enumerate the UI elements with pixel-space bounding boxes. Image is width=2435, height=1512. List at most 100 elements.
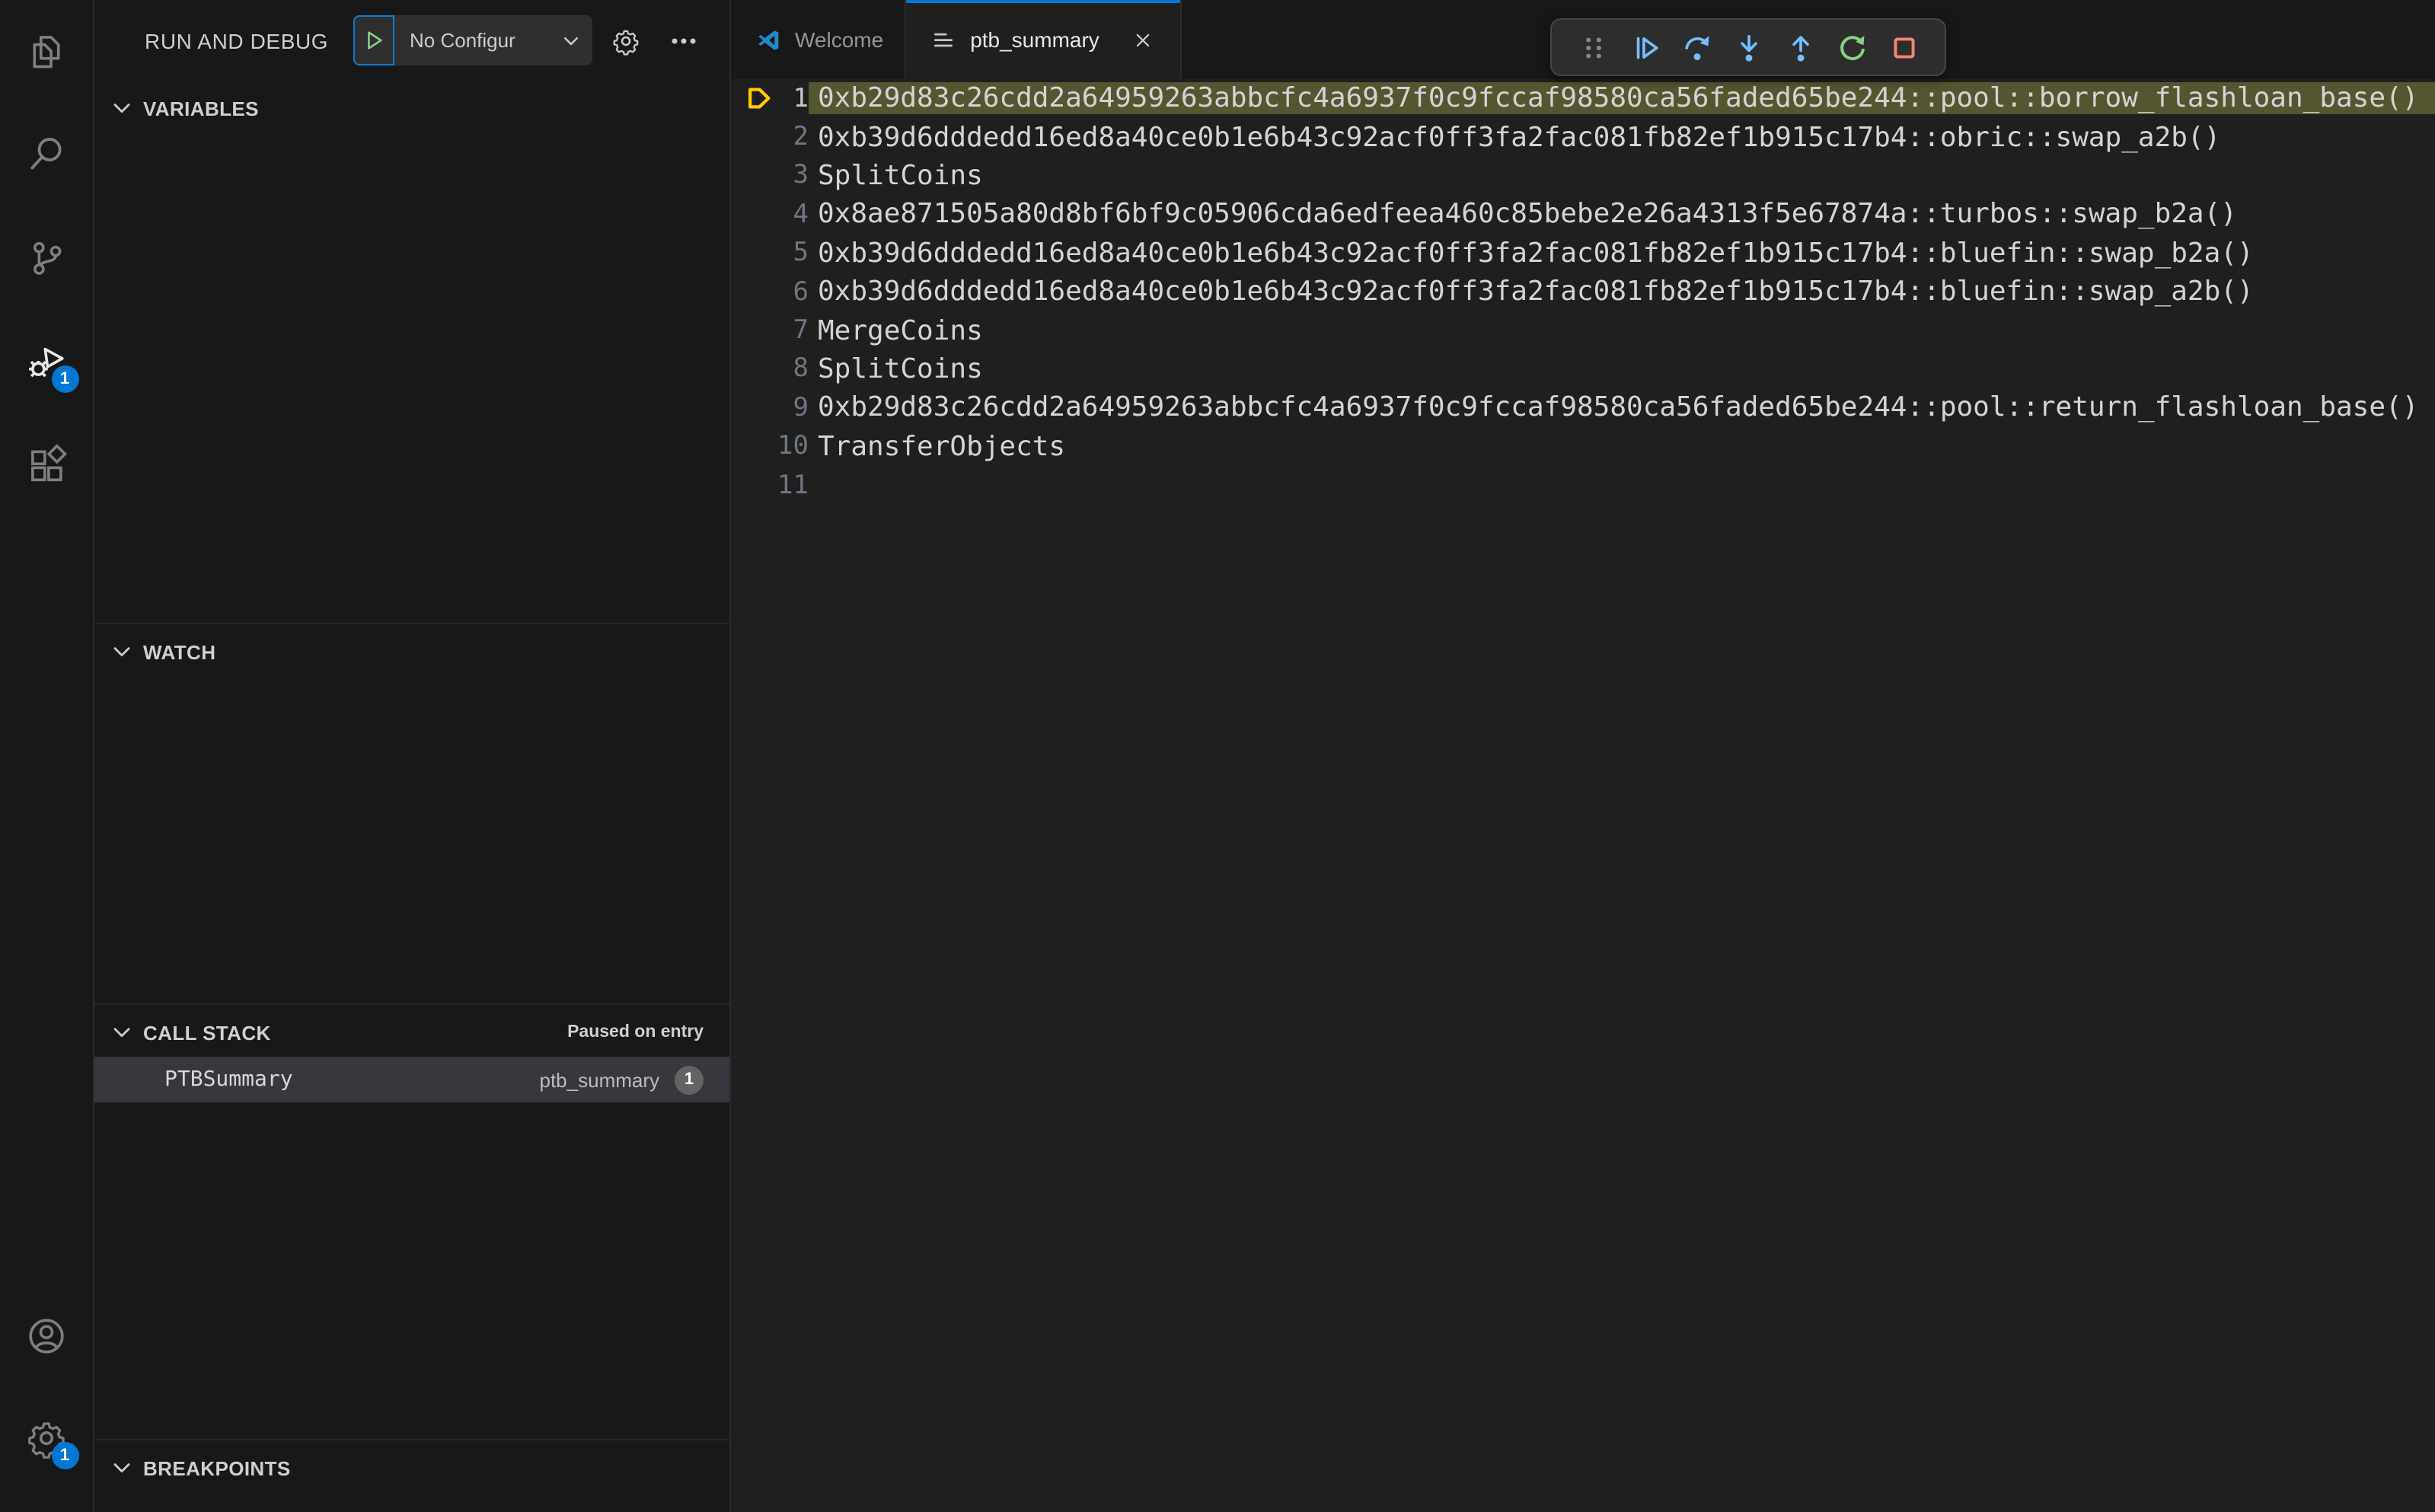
paused-status-text: Paused on entry: [567, 1023, 704, 1041]
vscode-icon: [755, 27, 781, 53]
code-line-text: 0xb39d6dddedd16ed8a40ce0b1e6b43c92acf0ff…: [818, 276, 2254, 308]
code-editor[interactable]: 1 0xb29d83c26cdd2a64959263abbcfc4a6937f0c…: [731, 79, 2435, 1512]
start-debugging-button[interactable]: [353, 15, 394, 65]
stop-icon: [1888, 31, 1920, 63]
step-into-icon: [1732, 31, 1764, 63]
drag-handle-button[interactable]: [1567, 23, 1619, 72]
watch-section-title: WATCH: [143, 640, 216, 663]
code-line-text: 0xb39d6dddedd16ed8a40ce0b1e6b43c92acf0ff…: [818, 237, 2254, 270]
code-line-8[interactable]: 8 SplitCoins: [731, 349, 2435, 388]
views-more-actions-button[interactable]: [659, 16, 708, 65]
tab-welcome[interactable]: Welcome: [731, 0, 907, 79]
continue-button[interactable]: [1619, 23, 1671, 72]
stack-frame-meta: ptb_summary 1: [540, 1065, 730, 1094]
list-icon: [930, 27, 956, 53]
code-line-text: MergeCoins: [818, 314, 983, 347]
step-out-button[interactable]: [1774, 23, 1826, 72]
debug-toolbar: [1550, 18, 1946, 76]
source-control-icon: [24, 235, 69, 279]
call-stack-section-header[interactable]: CALL STACK Paused on entry: [94, 1005, 729, 1048]
line-number: 7: [793, 315, 809, 346]
variables-section-header[interactable]: VARIABLES: [94, 81, 729, 123]
code-line-5[interactable]: 5 0xb39d6dddedd16ed8a40ce0b1e6b43c92acf0f…: [731, 234, 2435, 273]
code-line-9[interactable]: 9 0xb29d83c26cdd2a64959263abbcfc4a6937f0c…: [731, 388, 2435, 427]
code-line-text: 0x8ae871505a80d8bf6bf9c05906cda6edfeea46…: [818, 198, 2237, 231]
tab-ptb-summary[interactable]: ptb_summary: [906, 0, 1182, 79]
run-and-debug-sidebar: RUN AND DEBUG No Configur VARIABLES WATC…: [94, 0, 731, 1512]
breakpoints-section-header[interactable]: BREAKPOINTS: [94, 1440, 729, 1483]
debug-launch-group: No Configur: [353, 15, 592, 65]
line-number: 9: [793, 392, 809, 423]
account-icon: [24, 1313, 69, 1357]
line-number: 10: [777, 431, 809, 462]
code-line-10[interactable]: 10 TransferObjects: [731, 427, 2435, 466]
code-line-11[interactable]: 11: [731, 466, 2435, 505]
line-number: 6: [793, 276, 809, 308]
step-over-button[interactable]: [1671, 23, 1722, 72]
breakpoints-section-title: BREAKPOINTS: [143, 1456, 291, 1479]
stack-frame-name: PTBSummary: [164, 1067, 293, 1092]
tab-label: ptb_summary: [970, 27, 1099, 52]
code-line-4[interactable]: 4 0x8ae871505a80d8bf6bf9c05906cda6edfeea4…: [731, 195, 2435, 234]
line-number: 2: [793, 122, 809, 153]
stack-frame-source: ptb_summary: [539, 1068, 660, 1091]
code-line-3[interactable]: 3 SplitCoins: [731, 157, 2435, 196]
gripper-icon: [1577, 31, 1609, 63]
variables-section: VARIABLES: [94, 81, 729, 624]
code-line-text: SplitCoins: [818, 159, 983, 192]
stack-frame-line-badge: 1: [675, 1065, 704, 1094]
activity-bar: 1 1: [0, 0, 94, 1512]
sidebar-title: RUN AND DEBUG: [145, 28, 329, 53]
call-stack-section: CALL STACK Paused on entry PTBSummary pt…: [94, 1005, 729, 1440]
activity-bar-item-run-and-debug[interactable]: 1: [10, 324, 83, 397]
settings-badge: 1: [51, 1442, 78, 1469]
code-line-6[interactable]: 6 0xb39d6dddedd16ed8a40ce0b1e6b43c92acf0f…: [731, 273, 2435, 311]
code-line-2[interactable]: 2 0xb39d6dddedd16ed8a40ce0b1e6b43c92acf0f…: [731, 118, 2435, 157]
activity-bar-item-explorer[interactable]: [10, 14, 83, 87]
sidebar-header: RUN AND DEBUG No Configur: [94, 0, 729, 81]
activity-bar-item-search[interactable]: [10, 117, 83, 190]
extensions-icon: [24, 442, 69, 486]
editor-area: Welcome ptb_summary 1 0xb29d83c26cdd2a6495…: [731, 0, 2435, 1512]
line-number: 1: [793, 83, 809, 114]
step-out-icon: [1784, 31, 1816, 63]
restart-icon: [1836, 31, 1868, 63]
step-into-button[interactable]: [1722, 23, 1774, 72]
watch-section-header[interactable]: WATCH: [94, 624, 729, 667]
restart-button[interactable]: [1826, 23, 1878, 72]
files-icon: [24, 28, 69, 72]
continue-icon: [1629, 31, 1661, 63]
stop-button[interactable]: [1878, 23, 1929, 72]
step-over-icon: [1680, 31, 1712, 63]
code-line-text: TransferObjects: [818, 430, 1066, 463]
chevron-down-icon: [110, 640, 134, 664]
call-stack-section-title: CALL STACK: [143, 1021, 271, 1044]
gear-icon: [611, 25, 641, 56]
breakpoints-section: BREAKPOINTS: [94, 1440, 729, 1510]
code-line-text: 0xb39d6dddedd16ed8a40ce0b1e6b43c92acf0ff…: [818, 121, 2221, 154]
activity-bar-item-settings[interactable]: 1: [10, 1401, 83, 1474]
debug-configuration-dropdown[interactable]: No Configur: [394, 15, 592, 65]
chevron-down-icon: [110, 1020, 134, 1045]
code-line-text: SplitCoins: [818, 352, 983, 385]
watch-section: WATCH: [94, 624, 729, 1005]
line-number: 8: [793, 353, 809, 384]
activity-bar-top: 1: [10, 0, 83, 501]
tab-close-button[interactable]: [1128, 24, 1159, 55]
call-stack-frame-row[interactable]: PTBSummary ptb_summary 1: [94, 1057, 729, 1102]
run-and-debug-badge: 1: [51, 365, 78, 393]
chevron-down-icon: [560, 30, 582, 51]
line-number: 11: [777, 470, 809, 501]
debug-settings-gear-button[interactable]: [602, 16, 650, 65]
code-line-1[interactable]: 1 0xb29d83c26cdd2a64959263abbcfc4a6937f0c…: [731, 79, 2435, 118]
tab-label: Welcome: [795, 27, 884, 52]
line-number: 3: [793, 160, 809, 191]
debug-configuration-value: No Configur: [410, 29, 515, 52]
search-icon: [24, 132, 69, 176]
current-stackframe-arrow-icon: [731, 84, 774, 113]
activity-bar-item-extensions[interactable]: [10, 428, 83, 501]
activity-bar-item-source-control[interactable]: [10, 221, 83, 294]
variables-section-title: VARIABLES: [143, 97, 259, 120]
code-line-7[interactable]: 7 MergeCoins: [731, 311, 2435, 350]
activity-bar-item-account[interactable]: [10, 1299, 83, 1372]
